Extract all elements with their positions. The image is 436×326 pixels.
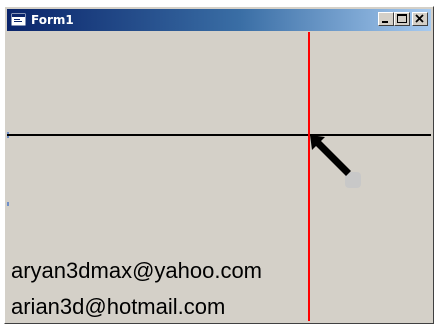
maximize-icon (397, 14, 407, 23)
caption-buttons (378, 12, 428, 26)
horizontal-crosshair-line (7, 134, 431, 136)
maximize-button[interactable] (394, 12, 410, 26)
title-bar[interactable]: Form1 (7, 9, 431, 31)
window-title: Form1 (31, 13, 74, 27)
email-text-hotmail: arian3d@hotmail.com (11, 294, 226, 319)
left-edge-mark (7, 202, 9, 206)
close-icon (415, 14, 424, 23)
arrow-cursor-icon (310, 135, 361, 188)
minimize-icon (382, 21, 388, 23)
minimize-button[interactable] (378, 12, 394, 26)
form-client-area[interactable]: aryan3dmax@yahoo.com arian3d@hotmail.com (7, 32, 431, 321)
form-icon[interactable] (11, 12, 27, 28)
email-text-yahoo: aryan3dmax@yahoo.com (11, 258, 263, 283)
form1-window: Form1 aryan3dmax@yahoo.com arian3d@hotma… (4, 6, 434, 324)
close-button[interactable] (412, 12, 428, 26)
